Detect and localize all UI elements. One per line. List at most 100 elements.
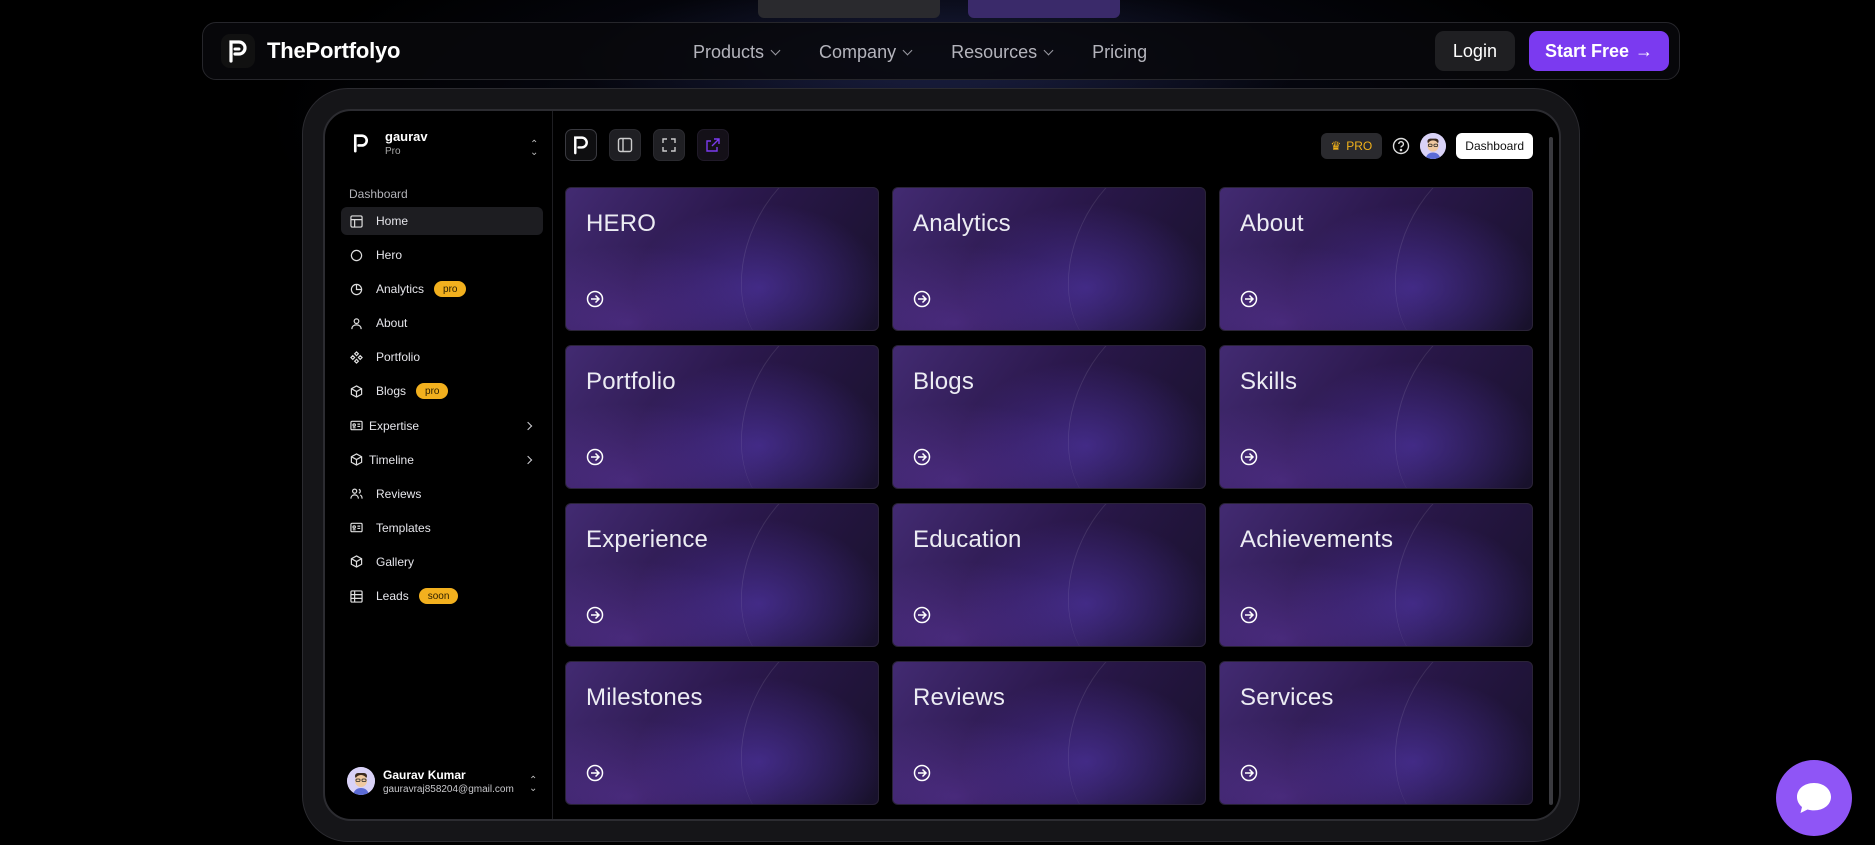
nav-resources[interactable]: Resources — [951, 41, 1054, 63]
arrow-right-circle-icon — [586, 606, 604, 624]
nav-products[interactable]: Products — [693, 41, 781, 63]
sidebar-item-label: About — [376, 316, 408, 331]
layout-icon — [349, 214, 363, 228]
nav-products-label: Products — [693, 41, 765, 62]
nav-pricing[interactable]: Pricing — [1092, 42, 1147, 63]
brand[interactable]: ThePortfolyo — [221, 34, 400, 68]
nav-links: Products Company Resources Pricing — [693, 23, 1147, 81]
open-external-button[interactable] — [697, 129, 729, 161]
external-link-icon — [706, 138, 720, 152]
card-portfolio[interactable]: Portfolio — [565, 345, 879, 489]
card-about[interactable]: About — [1219, 187, 1533, 331]
avatar[interactable] — [1420, 133, 1447, 159]
card-experience[interactable]: Experience — [565, 503, 879, 647]
table-icon — [349, 589, 363, 603]
sidebar-item-hero[interactable]: Hero — [341, 241, 543, 269]
brand-logo-icon — [574, 136, 588, 155]
id-card-icon — [349, 521, 363, 535]
id-card-icon — [349, 419, 363, 433]
pro-status-badge[interactable]: ♛ PRO — [1320, 133, 1383, 159]
card-analytics[interactable]: Analytics — [892, 187, 1206, 331]
user-icon — [349, 316, 363, 330]
sidebar-item-label: Expertise — [369, 418, 420, 433]
panel-left-icon — [617, 137, 633, 153]
sidebar-item-about[interactable]: About — [341, 309, 543, 337]
pie-chart-icon — [349, 282, 363, 296]
section-cards-grid: HERO Analytics About Portfolio Blogs Ski… — [565, 187, 1533, 807]
sidebar-toggle-button[interactable] — [609, 129, 641, 161]
arrow-right-circle-icon — [913, 448, 931, 466]
card-hero[interactable]: HERO — [565, 187, 879, 331]
sidebar-item-blogs[interactable]: Blogs pro — [341, 377, 543, 405]
start-free-label: Start Free — [1544, 40, 1629, 61]
nav-company[interactable]: Company — [819, 41, 913, 63]
help-circle-icon[interactable] — [1392, 137, 1410, 155]
start-free-button[interactable]: Start Free → — [1528, 31, 1669, 71]
sidebar-item-label: Timeline — [369, 452, 414, 467]
sidebar-item-label: Blogs — [376, 384, 407, 399]
user-menu[interactable]: Gaurav Kumar gauravraj858204@gmail.com — [347, 767, 515, 795]
card-title: Reviews — [913, 684, 1006, 711]
sidebar-item-leads[interactable]: Leads soon — [341, 582, 543, 610]
pro-badge: pro — [434, 281, 467, 298]
avatar — [347, 767, 375, 795]
scrollbar[interactable] — [1549, 137, 1553, 805]
chevrons-up-down-icon[interactable]: ⌃ ⌄ — [530, 140, 538, 158]
chat-bubble-icon — [1797, 783, 1831, 813]
box-icon — [349, 453, 363, 467]
card-blogs[interactable]: Blogs — [892, 345, 1206, 489]
header-actions: ♛ PRO Dashboard — [1320, 133, 1533, 159]
card-title: Analytics — [913, 210, 1011, 237]
arrow-right-circle-icon — [1240, 606, 1258, 624]
card-title: Achievements — [1240, 526, 1394, 553]
chat-widget-button[interactable] — [1776, 760, 1852, 836]
arrow-right-circle-icon — [913, 606, 931, 624]
sidebar-item-timeline[interactable]: Timeline — [341, 446, 543, 474]
sidebar-item-home[interactable]: Home — [341, 207, 543, 235]
chevron-down-icon — [1043, 45, 1054, 55]
box-icon — [349, 384, 363, 398]
sidebar-item-portfolio[interactable]: Portfolio — [341, 343, 543, 371]
card-services[interactable]: Services — [1219, 661, 1533, 805]
sidebar-item-gallery[interactable]: Gallery — [341, 548, 543, 576]
sidebar-item-analytics[interactable]: Analytics pro — [341, 275, 543, 303]
card-title: About — [1240, 210, 1304, 237]
card-reviews[interactable]: Reviews — [892, 661, 1206, 805]
soon-badge: soon — [418, 588, 459, 605]
user-email: gauravraj858204@gmail.com — [383, 783, 514, 795]
dashboard-button[interactable]: Dashboard — [1456, 133, 1533, 159]
user-name: Gaurav Kumar — [383, 767, 466, 782]
sidebar-item-label: Hero — [376, 248, 403, 263]
card-title: Milestones — [586, 684, 703, 711]
card-education[interactable]: Education — [892, 503, 1206, 647]
pro-badge: pro — [416, 383, 449, 400]
ghost-shape — [758, 0, 940, 18]
top-navbar: ThePortfolyo Products Company Resources … — [202, 22, 1680, 80]
card-title: Skills — [1240, 368, 1298, 395]
sidebar: gaurav Pro ⌃ ⌄ Dashboard Home Hero Analyt… — [325, 111, 553, 819]
arrow-right-circle-icon — [913, 764, 931, 782]
circle-icon — [349, 248, 363, 262]
fullscreen-button[interactable] — [653, 129, 685, 161]
chevrons-up-down-icon[interactable]: ⌃ ⌄ — [529, 776, 537, 794]
brand-name: ThePortfolyo — [267, 38, 401, 63]
card-achievements[interactable]: Achievements — [1219, 503, 1533, 647]
main-content: ♛ PRO Dashboard HERO Analytics About Por… — [553, 111, 1559, 819]
arrow-right-circle-icon — [1240, 764, 1258, 782]
card-skills[interactable]: Skills — [1219, 345, 1533, 489]
device-screen: gaurav Pro ⌃ ⌄ Dashboard Home Hero Analyt… — [323, 109, 1561, 821]
nav-actions: Login Start Free → — [1434, 31, 1669, 71]
card-milestones[interactable]: Milestones — [565, 661, 879, 805]
nav-company-label: Company — [819, 41, 897, 62]
sidebar-item-reviews[interactable]: Reviews — [341, 480, 543, 508]
users-icon — [349, 487, 363, 501]
nav-resources-label: Resources — [951, 41, 1038, 62]
logo-button[interactable] — [565, 129, 597, 161]
login-button[interactable]: Login — [1434, 31, 1515, 71]
sidebar-item-expertise[interactable]: Expertise — [341, 412, 543, 440]
team-switcher[interactable]: gaurav Pro — [347, 129, 428, 157]
bottom-fade — [553, 803, 1559, 819]
arrow-right-circle-icon — [1240, 448, 1258, 466]
sidebar-item-label: Gallery — [376, 554, 415, 569]
sidebar-item-templates[interactable]: Templates — [341, 514, 543, 542]
